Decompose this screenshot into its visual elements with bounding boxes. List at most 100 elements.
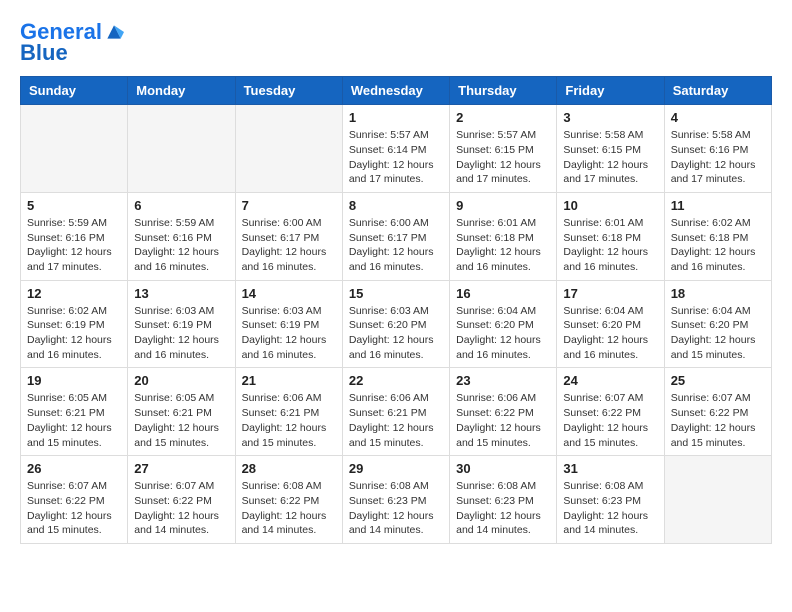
day-number: 15 xyxy=(349,286,443,301)
day-number: 2 xyxy=(456,110,550,125)
day-info: Sunrise: 6:07 AM Sunset: 6:22 PM Dayligh… xyxy=(27,479,121,538)
calendar-cell-w3d1: 12Sunrise: 6:02 AM Sunset: 6:19 PM Dayli… xyxy=(21,280,128,368)
day-info: Sunrise: 6:02 AM Sunset: 6:18 PM Dayligh… xyxy=(671,216,765,275)
day-number: 1 xyxy=(349,110,443,125)
day-number: 13 xyxy=(134,286,228,301)
calendar-cell-w5d4: 29Sunrise: 6:08 AM Sunset: 6:23 PM Dayli… xyxy=(342,456,449,544)
weekday-tuesday: Tuesday xyxy=(235,77,342,105)
calendar-cell-w1d7: 4 Sunrise: 5:58 AM Sunset: 6:16 PM Daylig… xyxy=(664,105,771,193)
calendar-cell-w4d7: 25 Sunrise: 6:07 AM Sunset: 6:22 PM Dayli… xyxy=(664,368,771,456)
day-number: 26 xyxy=(27,461,121,476)
day-number: 10 xyxy=(563,198,657,213)
day-number: 29 xyxy=(349,461,443,476)
weekday-monday: Monday xyxy=(128,77,235,105)
day-info: Sunrise: 5:58 AM Sunset: 6:15 PM Dayligh… xyxy=(563,128,657,187)
day-info: Sunrise: 6:06 AM Sunset: 6:21 PM Dayligh… xyxy=(242,391,336,450)
day-info: Sunrise: 6:08 AM Sunset: 6:23 PM Dayligh… xyxy=(563,479,657,538)
day-number: 19 xyxy=(27,373,121,388)
calendar-cell-w4d4: 22 Sunrise: 6:06 AM Sunset: 6:21 PM Dayli… xyxy=(342,368,449,456)
day-number: 11 xyxy=(671,198,765,213)
day-number: 14 xyxy=(242,286,336,301)
logo-icon xyxy=(104,22,124,42)
day-info: Sunrise: 6:04 AM Sunset: 6:20 PM Dayligh… xyxy=(671,304,765,363)
calendar-cell-w5d1: 26 Sunrise: 6:07 AM Sunset: 6:22 PM Dayli… xyxy=(21,456,128,544)
calendar-cell-w1d1 xyxy=(21,105,128,193)
calendar-cell-w3d3: 14 Sunrise: 6:03 AM Sunset: 6:19 PM Dayli… xyxy=(235,280,342,368)
calendar-cell-w4d6: 24Sunrise: 6:07 AM Sunset: 6:22 PM Dayli… xyxy=(557,368,664,456)
calendar-cell-w1d2 xyxy=(128,105,235,193)
day-number: 7 xyxy=(242,198,336,213)
calendar-cell-w4d5: 23Sunrise: 6:06 AM Sunset: 6:22 PM Dayli… xyxy=(450,368,557,456)
calendar-cell-w4d3: 21 Sunrise: 6:06 AM Sunset: 6:21 PM Dayli… xyxy=(235,368,342,456)
calendar-cell-w5d7 xyxy=(664,456,771,544)
calendar-cell-w3d2: 13 Sunrise: 6:03 AM Sunset: 6:19 PM Dayli… xyxy=(128,280,235,368)
day-number: 4 xyxy=(671,110,765,125)
day-info: Sunrise: 6:08 AM Sunset: 6:23 PM Dayligh… xyxy=(456,479,550,538)
day-info: Sunrise: 5:59 AM Sunset: 6:16 PM Dayligh… xyxy=(27,216,121,275)
day-info: Sunrise: 5:58 AM Sunset: 6:16 PM Dayligh… xyxy=(671,128,765,187)
calendar-cell-w1d6: 3 Sunrise: 5:58 AM Sunset: 6:15 PM Daylig… xyxy=(557,105,664,193)
calendar-cell-w4d2: 20Sunrise: 6:05 AM Sunset: 6:21 PM Dayli… xyxy=(128,368,235,456)
day-number: 18 xyxy=(671,286,765,301)
calendar-cell-w5d2: 27Sunrise: 6:07 AM Sunset: 6:22 PM Dayli… xyxy=(128,456,235,544)
day-number: 27 xyxy=(134,461,228,476)
day-number: 23 xyxy=(456,373,550,388)
day-number: 30 xyxy=(456,461,550,476)
day-info: Sunrise: 6:03 AM Sunset: 6:20 PM Dayligh… xyxy=(349,304,443,363)
calendar-cell-w1d4: 1 Sunrise: 5:57 AM Sunset: 6:14 PM Daylig… xyxy=(342,105,449,193)
day-info: Sunrise: 5:59 AM Sunset: 6:16 PM Dayligh… xyxy=(134,216,228,275)
day-number: 28 xyxy=(242,461,336,476)
day-number: 22 xyxy=(349,373,443,388)
day-info: Sunrise: 6:00 AM Sunset: 6:17 PM Dayligh… xyxy=(349,216,443,275)
day-number: 24 xyxy=(563,373,657,388)
day-info: Sunrise: 5:57 AM Sunset: 6:14 PM Dayligh… xyxy=(349,128,443,187)
day-info: Sunrise: 6:03 AM Sunset: 6:19 PM Dayligh… xyxy=(242,304,336,363)
day-number: 25 xyxy=(671,373,765,388)
week-row-1: 1 Sunrise: 5:57 AM Sunset: 6:14 PM Daylig… xyxy=(21,105,772,193)
day-info: Sunrise: 6:04 AM Sunset: 6:20 PM Dayligh… xyxy=(563,304,657,363)
day-info: Sunrise: 6:01 AM Sunset: 6:18 PM Dayligh… xyxy=(456,216,550,275)
day-number: 21 xyxy=(242,373,336,388)
day-number: 17 xyxy=(563,286,657,301)
weekday-thursday: Thursday xyxy=(450,77,557,105)
calendar-cell-w3d5: 16Sunrise: 6:04 AM Sunset: 6:20 PM Dayli… xyxy=(450,280,557,368)
calendar-cell-w2d5: 9Sunrise: 6:01 AM Sunset: 6:18 PM Daylig… xyxy=(450,192,557,280)
day-number: 5 xyxy=(27,198,121,213)
day-info: Sunrise: 6:07 AM Sunset: 6:22 PM Dayligh… xyxy=(671,391,765,450)
calendar-cell-w2d3: 7 Sunrise: 6:00 AM Sunset: 6:17 PM Daylig… xyxy=(235,192,342,280)
calendar-cell-w4d1: 19 Sunrise: 6:05 AM Sunset: 6:21 PM Dayli… xyxy=(21,368,128,456)
calendar-cell-w1d3 xyxy=(235,105,342,193)
calendar-cell-w3d6: 17 Sunrise: 6:04 AM Sunset: 6:20 PM Dayli… xyxy=(557,280,664,368)
day-info: Sunrise: 6:04 AM Sunset: 6:20 PM Dayligh… xyxy=(456,304,550,363)
calendar-cell-w2d1: 5 Sunrise: 5:59 AM Sunset: 6:16 PM Daylig… xyxy=(21,192,128,280)
calendar-cell-w2d7: 11 Sunrise: 6:02 AM Sunset: 6:18 PM Dayli… xyxy=(664,192,771,280)
weekday-header-row: SundayMondayTuesdayWednesdayThursdayFrid… xyxy=(21,77,772,105)
day-number: 8 xyxy=(349,198,443,213)
day-number: 20 xyxy=(134,373,228,388)
weekday-wednesday: Wednesday xyxy=(342,77,449,105)
weekday-sunday: Sunday xyxy=(21,77,128,105)
day-info: Sunrise: 6:02 AM Sunset: 6:19 PM Dayligh… xyxy=(27,304,121,363)
calendar-cell-w2d2: 6Sunrise: 5:59 AM Sunset: 6:16 PM Daylig… xyxy=(128,192,235,280)
day-info: Sunrise: 6:05 AM Sunset: 6:21 PM Dayligh… xyxy=(27,391,121,450)
week-row-5: 26 Sunrise: 6:07 AM Sunset: 6:22 PM Dayli… xyxy=(21,456,772,544)
day-info: Sunrise: 6:00 AM Sunset: 6:17 PM Dayligh… xyxy=(242,216,336,275)
page-header: General Blue xyxy=(20,20,772,66)
calendar-cell-w3d7: 18 Sunrise: 6:04 AM Sunset: 6:20 PM Dayli… xyxy=(664,280,771,368)
calendar-cell-w1d5: 2Sunrise: 5:57 AM Sunset: 6:15 PM Daylig… xyxy=(450,105,557,193)
weekday-saturday: Saturday xyxy=(664,77,771,105)
calendar-body: 1 Sunrise: 5:57 AM Sunset: 6:14 PM Daylig… xyxy=(21,105,772,544)
day-info: Sunrise: 6:08 AM Sunset: 6:22 PM Dayligh… xyxy=(242,479,336,538)
day-info: Sunrise: 6:01 AM Sunset: 6:18 PM Dayligh… xyxy=(563,216,657,275)
calendar-cell-w2d4: 8 Sunrise: 6:00 AM Sunset: 6:17 PM Daylig… xyxy=(342,192,449,280)
day-info: Sunrise: 6:06 AM Sunset: 6:21 PM Dayligh… xyxy=(349,391,443,450)
calendar-cell-w5d5: 30 Sunrise: 6:08 AM Sunset: 6:23 PM Dayli… xyxy=(450,456,557,544)
calendar-cell-w5d3: 28 Sunrise: 6:08 AM Sunset: 6:22 PM Dayli… xyxy=(235,456,342,544)
week-row-4: 19 Sunrise: 6:05 AM Sunset: 6:21 PM Dayli… xyxy=(21,368,772,456)
calendar-table: SundayMondayTuesdayWednesdayThursdayFrid… xyxy=(20,76,772,544)
logo: General Blue xyxy=(20,20,124,66)
week-row-3: 12Sunrise: 6:02 AM Sunset: 6:19 PM Dayli… xyxy=(21,280,772,368)
day-number: 3 xyxy=(563,110,657,125)
calendar-cell-w3d4: 15 Sunrise: 6:03 AM Sunset: 6:20 PM Dayli… xyxy=(342,280,449,368)
day-info: Sunrise: 6:03 AM Sunset: 6:19 PM Dayligh… xyxy=(134,304,228,363)
